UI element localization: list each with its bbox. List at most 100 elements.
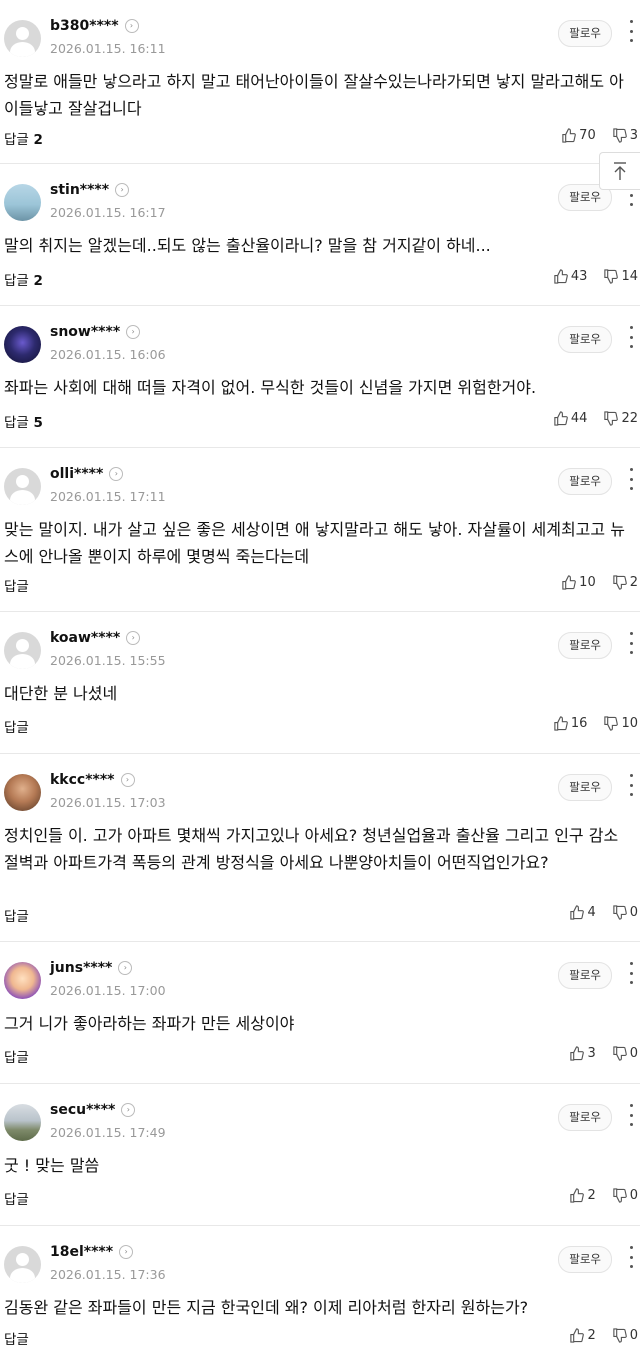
vote-group: 16 10 <box>553 716 638 731</box>
more-options-icon[interactable] <box>627 326 635 348</box>
like-button[interactable]: 10 <box>561 575 596 590</box>
scroll-to-top-button[interactable] <box>599 152 640 190</box>
like-button[interactable]: 3 <box>569 1046 596 1061</box>
follow-button[interactable]: 팔로우 <box>558 326 612 353</box>
reply-button[interactable]: 답글 <box>4 716 29 736</box>
avatar[interactable] <box>4 468 41 505</box>
vote-group: 3 0 <box>569 1046 638 1061</box>
comment-text: 맞는 말이지. 내가 살고 싶은 좋은 세상이면 애 낳지말라고 해도 낳아. … <box>4 520 625 566</box>
dislike-button[interactable]: 0 <box>612 905 638 920</box>
chevron-right-icon[interactable]: › <box>126 325 141 339</box>
comment-date: 2026.01.15. 16:17 <box>50 205 166 220</box>
reply-button[interactable]: 답글 <box>4 1046 29 1066</box>
dislike-button[interactable]: 14 <box>603 269 638 284</box>
vote-group: 4 0 <box>569 905 638 920</box>
like-button[interactable]: 70 <box>561 128 596 143</box>
avatar[interactable] <box>4 774 41 811</box>
thumbs-up-icon <box>570 1188 585 1203</box>
follow-button[interactable]: 팔로우 <box>558 962 612 989</box>
username[interactable]: 18el**** › <box>50 1244 134 1260</box>
avatar[interactable] <box>4 20 41 57</box>
more-options-icon[interactable] <box>627 1104 635 1126</box>
username[interactable]: koaw**** › <box>50 630 141 646</box>
vote-group: 10 2 <box>561 575 638 590</box>
chevron-right-icon[interactable]: › <box>126 631 141 645</box>
avatar[interactable] <box>4 1246 41 1283</box>
comment-text: 정치인들 이. 고가 아파트 몇채씩 가지고있나 아세요? 청년실업율과 출산율… <box>4 826 619 872</box>
follow-button[interactable]: 팔로우 <box>558 468 612 495</box>
more-options-icon[interactable] <box>627 774 635 796</box>
follow-button[interactable]: 팔로우 <box>558 20 612 47</box>
like-button[interactable]: 43 <box>553 269 587 284</box>
more-options-icon[interactable] <box>627 468 635 490</box>
vote-group: 44 22 <box>553 411 638 426</box>
comment-date: 2026.01.15. 17:11 <box>50 489 166 504</box>
comment-item: stin**** › 2026.01.15. 16:17 팔로우 말의 취지는 알… <box>0 164 640 306</box>
chevron-right-icon[interactable]: › <box>118 961 133 975</box>
comment-date: 2026.01.15. 16:06 <box>50 347 166 362</box>
thumbs-down-icon <box>613 1188 627 1203</box>
follow-button[interactable]: 팔로우 <box>558 774 612 801</box>
reply-button[interactable]: 답글 <box>4 575 29 595</box>
chevron-right-icon[interactable]: › <box>121 1103 136 1117</box>
thumbs-down-icon <box>604 269 619 284</box>
follow-button[interactable]: 팔로우 <box>558 1104 612 1131</box>
dislike-button[interactable]: 10 <box>603 716 638 731</box>
thumbs-up-icon <box>562 128 577 143</box>
like-button[interactable]: 16 <box>553 716 587 731</box>
avatar[interactable] <box>4 962 41 999</box>
username[interactable]: secu**** › <box>50 1102 136 1118</box>
username[interactable]: stin**** › <box>50 182 130 198</box>
more-options-icon[interactable] <box>627 962 635 984</box>
avatar[interactable] <box>4 1104 41 1141</box>
thumbs-up-icon <box>554 269 568 284</box>
dislike-button[interactable]: 2 <box>612 575 638 590</box>
reply-button[interactable]: 답글 <box>4 1328 29 1348</box>
thumbs-up-icon <box>570 1328 585 1343</box>
reply-button[interactable]: 답글 <box>4 1188 29 1208</box>
follow-button[interactable]: 팔로우 <box>558 632 612 659</box>
thumbs-down-icon <box>613 128 627 143</box>
username[interactable]: juns**** › <box>50 960 133 976</box>
chevron-right-icon[interactable]: › <box>119 1245 134 1259</box>
comment-text: 정말로 애들만 낳으라고 하지 말고 태어난아이들이 잘살수있는나라가되면 낳지… <box>4 72 624 118</box>
username[interactable]: kkcc**** › <box>50 772 135 788</box>
vote-group: 70 3 <box>561 128 638 143</box>
vote-group: 2 0 <box>569 1188 638 1203</box>
like-button[interactable]: 44 <box>553 411 587 426</box>
chevron-right-icon[interactable]: › <box>124 19 139 33</box>
more-options-icon[interactable] <box>627 20 635 42</box>
dislike-button[interactable]: 0 <box>612 1328 638 1343</box>
follow-button[interactable]: 팔로우 <box>558 1246 612 1273</box>
reply-button[interactable]: 답글 2 <box>4 128 43 148</box>
comment-date: 2026.01.15. 17:03 <box>50 795 166 810</box>
reply-button[interactable]: 답글 2 <box>4 269 43 289</box>
thumbs-down-icon <box>613 1328 627 1343</box>
dislike-button[interactable]: 0 <box>612 1188 638 1203</box>
like-button[interactable]: 2 <box>569 1328 596 1343</box>
username[interactable]: olli**** › <box>50 466 124 482</box>
username[interactable]: b380**** › <box>50 18 139 34</box>
like-button[interactable]: 2 <box>569 1188 596 1203</box>
comment-item: snow**** › 2026.01.15. 16:06 팔로우 좌파는 사회에 … <box>0 306 640 448</box>
like-button[interactable]: 4 <box>569 905 596 920</box>
avatar[interactable] <box>4 326 41 363</box>
more-options-icon[interactable] <box>627 632 635 654</box>
dislike-button[interactable]: 22 <box>603 411 638 426</box>
username[interactable]: snow**** › <box>50 324 141 340</box>
reply-button[interactable]: 답글 5 <box>4 411 43 431</box>
thumbs-down-icon <box>604 716 619 731</box>
reply-button[interactable]: 답글 <box>4 905 29 925</box>
comment-item: koaw**** › 2026.01.15. 15:55 팔로우 대단한 분 나셨… <box>0 612 640 754</box>
avatar[interactable] <box>4 632 41 669</box>
dislike-button[interactable]: 0 <box>612 1046 638 1061</box>
more-options-icon[interactable] <box>627 1246 635 1268</box>
dislike-button[interactable]: 3 <box>612 128 638 143</box>
chevron-right-icon[interactable]: › <box>109 467 124 481</box>
arrow-up-icon <box>614 162 626 180</box>
chevron-right-icon[interactable]: › <box>115 183 130 197</box>
chevron-right-icon[interactable]: › <box>120 773 135 787</box>
avatar[interactable] <box>4 184 41 221</box>
comment-text: 굿 ! 맞는 말씀 <box>4 1156 100 1175</box>
thumbs-down-icon <box>604 411 619 426</box>
